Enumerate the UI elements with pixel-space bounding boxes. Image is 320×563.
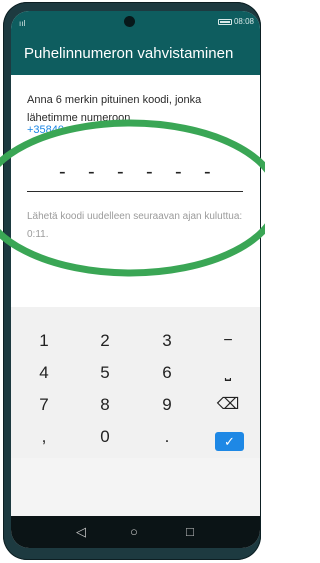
key-4[interactable]: 4	[14, 359, 74, 386]
key-minus[interactable]: −	[198, 327, 258, 354]
key-period[interactable]: .	[137, 423, 197, 450]
key-7[interactable]: 7	[14, 391, 74, 418]
code-digit-placeholder: -	[146, 161, 153, 183]
page-title: Puhelinnumeron vahvistaminen	[24, 45, 234, 62]
key-1[interactable]: 1	[14, 327, 74, 354]
key-8[interactable]: 8	[75, 391, 135, 418]
status-bar: ııl 08:08	[11, 11, 260, 33]
home-icon[interactable]: ○	[130, 524, 138, 539]
code-input[interactable]: - - - - - -	[27, 157, 243, 192]
battery-icon	[218, 19, 232, 25]
key-9[interactable]: 9	[137, 391, 197, 418]
resend-countdown: Lähetä koodi uudelleen seuraavan ajan ku…	[27, 211, 243, 240]
front-camera	[124, 16, 135, 27]
screen: ııl 08:08 Puhelinnumeron vahvistaminen A…	[11, 11, 260, 548]
code-digit-placeholder: -	[59, 161, 66, 183]
key-comma[interactable]: ,	[14, 423, 74, 450]
signal-icon: ııl	[19, 19, 26, 28]
verification-content: Anna 6 merkin pituinen koodi, jonka lähe…	[11, 75, 260, 307]
app-bar: Puhelinnumeron vahvistaminen	[11, 33, 260, 75]
clock: 08:08	[233, 17, 254, 26]
code-digit-placeholder: -	[117, 161, 124, 183]
phone-number: +35840	[27, 124, 65, 136]
key-space[interactable]: ⎵	[198, 359, 258, 386]
phone-frame: ııl 08:08 Puhelinnumeron vahvistaminen A…	[3, 2, 261, 560]
key-0[interactable]: 0	[75, 423, 135, 450]
recents-icon[interactable]: □	[186, 524, 194, 539]
back-icon[interactable]: ◁	[76, 524, 86, 540]
key-6[interactable]: 6	[137, 359, 197, 386]
key-5[interactable]: 5	[75, 359, 135, 386]
key-2[interactable]: 2	[75, 327, 135, 354]
code-digit-placeholder: -	[175, 161, 182, 183]
key-3[interactable]: 3	[137, 327, 197, 354]
instruction-text: Anna 6 merkin pituinen koodi, jonka lähe…	[27, 94, 202, 124]
code-digit-placeholder: -	[88, 161, 95, 183]
confirm-button[interactable]: ✓	[215, 432, 244, 451]
navigation-bar: ◁ ○ □	[11, 516, 260, 548]
backspace-icon[interactable]: ⌫	[198, 391, 258, 418]
code-digit-placeholder: -	[204, 161, 211, 183]
